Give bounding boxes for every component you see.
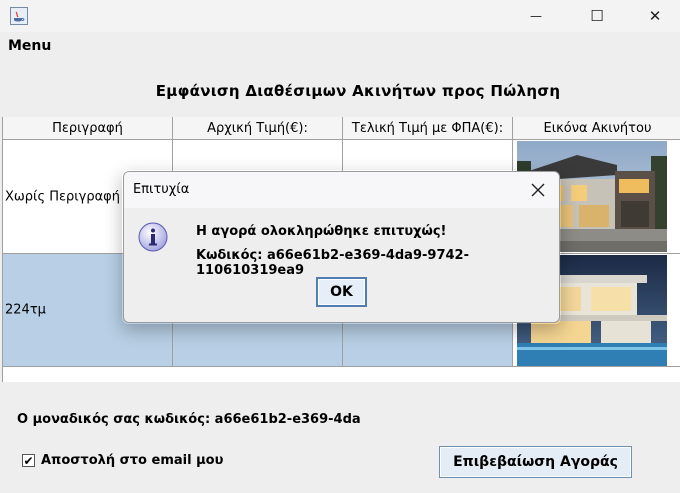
column-header-image[interactable]: Εικόνα Ακινήτου — [513, 117, 680, 140]
info-icon — [138, 222, 168, 252]
minimize-button[interactable]: — — [513, 0, 559, 32]
column-header-description[interactable]: Περιγραφή — [3, 117, 173, 140]
ok-button[interactable]: OK — [316, 277, 367, 307]
close-window-button[interactable]: ✕ — [632, 0, 678, 32]
success-dialog: Επιτυχία Η αγορά ολοκληρώθηκε επιτυχώς! … — [123, 171, 560, 323]
check-icon: ✔ — [23, 453, 34, 468]
dialog-close-button[interactable] — [523, 175, 553, 205]
panel-title: Εμφάνιση Διαθέσιμων Ακινήτων προς Πώληση — [155, 82, 561, 100]
dialog-title: Επιτυχία — [133, 182, 190, 197]
column-header-final-price[interactable]: Τελική Τιμή με ΦΠΑ(€): — [343, 117, 513, 140]
dialog-message-success: Η αγορά ολοκληρώθηκε επιτυχώς! — [196, 224, 447, 239]
maximize-button[interactable]: ☐ — [574, 0, 620, 32]
email-checkbox-row[interactable]: ✔ Αποστολή στο email μου — [22, 453, 223, 468]
dialog-message-code: Κωδικός: a66e61b2-e369-4da9-9742-1106103… — [196, 248, 469, 278]
close-icon — [531, 183, 545, 197]
java-app-icon — [10, 7, 28, 25]
email-checkbox-label[interactable]: Αποστολή στο email μου — [41, 453, 223, 468]
menubar: Menu — [0, 32, 680, 60]
close-icon: ✕ — [648, 7, 662, 25]
menu-item-menu[interactable]: Menu — [8, 38, 51, 54]
row-description-text: 224τμ — [5, 302, 46, 318]
row-description-text: Χωρίς Περιγραφή — [5, 189, 120, 204]
window-titlebar: — ☐ ✕ — [0, 0, 680, 32]
maximize-icon: ☐ — [590, 7, 604, 25]
confirm-purchase-button[interactable]: Επιβεβαίωση Αγοράς — [439, 446, 632, 478]
email-checkbox[interactable]: ✔ — [22, 454, 35, 467]
column-header-initial-price[interactable]: Αρχική Τιμή(€): — [173, 117, 343, 140]
dialog-titlebar: Επιτυχία — [124, 172, 559, 208]
minimize-icon: — — [530, 9, 542, 23]
unique-code-label: Ο μοναδικός σας κωδικός: a66e61b2-e369-4… — [17, 412, 361, 427]
